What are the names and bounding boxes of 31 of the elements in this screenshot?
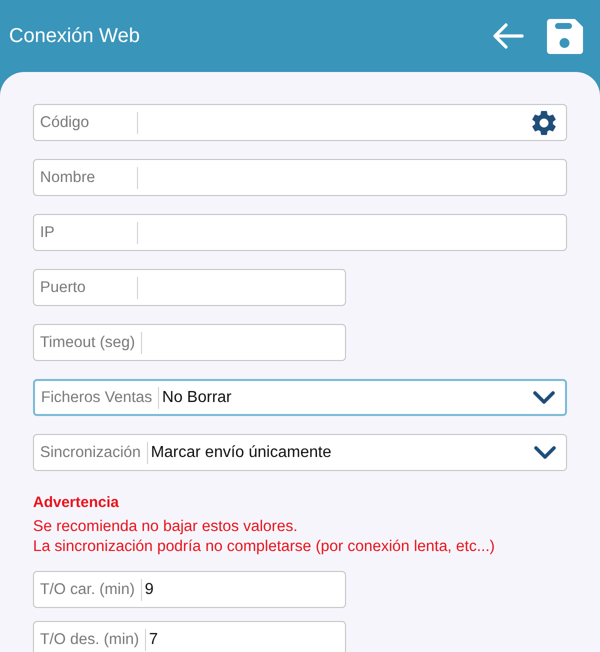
field-label: Ficheros Ventas — [40, 388, 154, 408]
input-field[interactable]: T/O des. (min) 7 — [33, 621, 346, 652]
field-label: Timeout (seg) — [39, 332, 136, 353]
input-field[interactable]: T/O car. (min) 9 — [33, 571, 346, 608]
input-field[interactable]: Código — [33, 104, 567, 141]
field-label: Puerto — [39, 278, 87, 298]
field-value: 7 — [148, 630, 159, 650]
chevron-down-icon — [533, 390, 555, 404]
app-title: Conexión Web — [9, 24, 141, 49]
input-field[interactable]: Timeout (seg) — [33, 324, 346, 361]
dropdown-field[interactable]: Ficheros Ventas No Borrar — [33, 379, 567, 416]
warning-text: Se recomienda no bajar estos valores. — [33, 517, 299, 537]
field-value: 9 — [144, 580, 155, 600]
dropdown-field[interactable]: Sincronización Marcar envío únicamente — [33, 434, 567, 471]
field-label: Nombre — [39, 168, 96, 188]
field-label: T/O car. (min) — [39, 580, 136, 600]
field-label: T/O des. (min) — [39, 630, 140, 650]
field-value: Marcar envío únicamente — [150, 442, 332, 462]
field-label: Sincronización — [39, 442, 142, 463]
input-field[interactable]: IP — [33, 214, 567, 251]
field-label: IP — [39, 222, 56, 243]
save-button[interactable] — [546, 17, 584, 55]
warning-title: Advertencia — [33, 493, 120, 513]
input-field[interactable]: Puerto — [33, 269, 346, 306]
input-field[interactable]: Nombre — [33, 159, 567, 196]
field-value: No Borrar — [161, 388, 233, 408]
field-label: Código — [39, 112, 90, 133]
back-arrow-icon — [492, 22, 524, 50]
save-icon — [547, 18, 583, 54]
warning-text: La sincronización podría no completarse (por conexión lenta, etc...) — [33, 537, 496, 557]
chevron-down-icon — [534, 446, 556, 460]
